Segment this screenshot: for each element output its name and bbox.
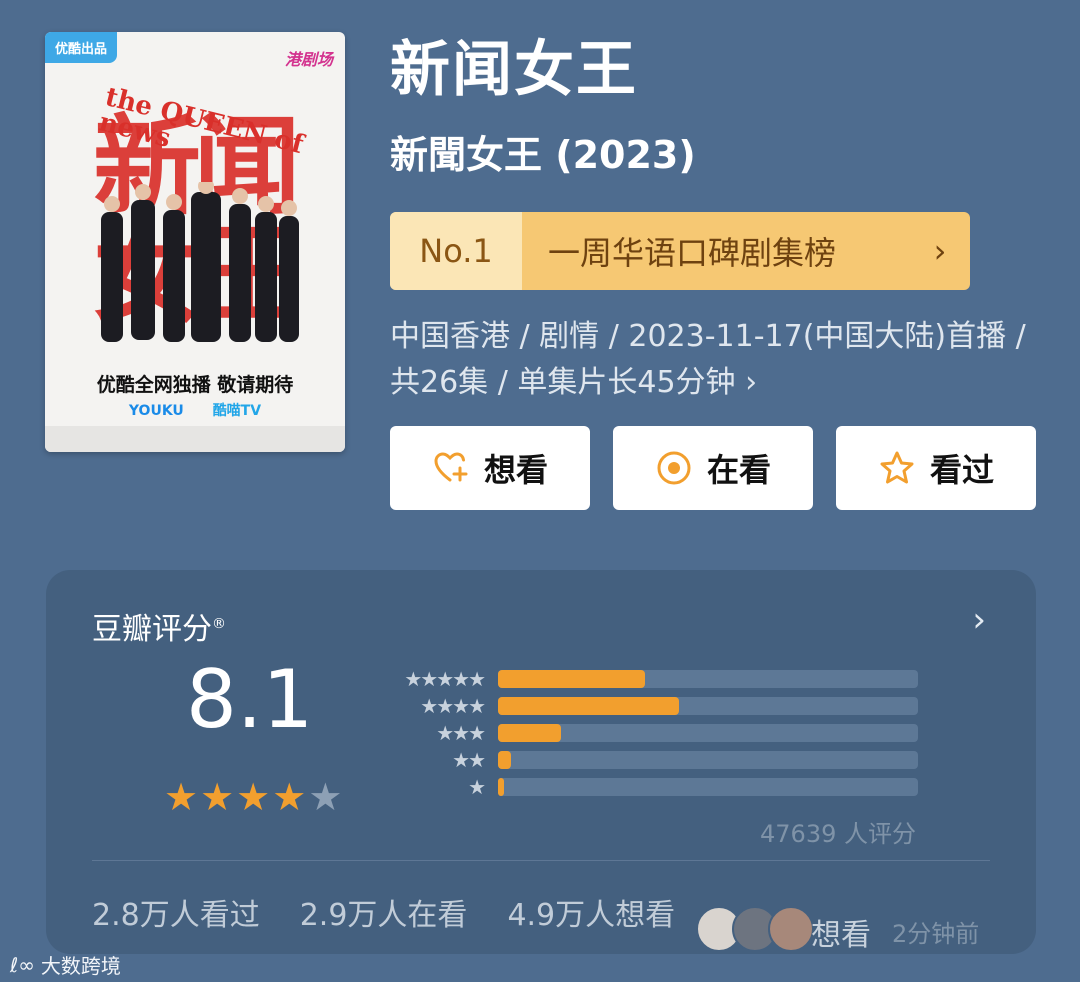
want-to-watch-button[interactable]: 想看 — [390, 426, 590, 510]
watching-label: 在看 — [706, 451, 771, 489]
star-filled-icon: ★ — [236, 775, 271, 819]
watermark-logo-icon: ℓ∞ — [10, 952, 35, 977]
rating-header: 豆瓣评分® — [92, 612, 226, 647]
chevron-right-icon: › — [933, 232, 947, 270]
recent-user-avatars[interactable] — [696, 906, 814, 952]
rating-bar-fill — [498, 670, 645, 688]
rating-bar-track — [498, 724, 918, 742]
rating-bar-fill — [498, 697, 679, 715]
rating-bar-track — [498, 778, 918, 796]
rating-count: 47639 人评分 — [760, 820, 916, 848]
rating-stars: ★ ★ ★ ★ ★ — [164, 778, 342, 816]
rating-bar-stars: ★★ — [452, 748, 486, 772]
watched-button[interactable]: 看过 — [836, 426, 1036, 510]
rating-bar-track — [498, 751, 918, 769]
rating-bar-stars: ★★★★★ — [404, 667, 486, 691]
kumiao-logo: 酷喵TV — [212, 403, 262, 419]
stat-watching[interactable]: 2.9万人在看 — [300, 890, 468, 934]
rating-bar-stars: ★★★ — [436, 721, 486, 745]
watermark: ℓ∞ 大数跨境 — [10, 950, 121, 979]
stat-watched[interactable]: 2.8万人看过 — [92, 890, 260, 934]
watermark-text: 大数跨境 — [40, 954, 121, 978]
poster-slogan: 优酷全网独播 敬请期待 — [96, 374, 294, 396]
rating-bar-row: ★ — [376, 775, 918, 799]
page-title: 新闻女王 — [390, 35, 638, 105]
poster-brand: 港剧场 — [284, 50, 333, 69]
poster-footer-strip — [45, 426, 345, 452]
divider — [92, 860, 990, 861]
watch-stats: 2.8万人看过 2.9万人在看 4.9万人想看 — [92, 890, 675, 934]
star-empty-icon: ★ — [308, 775, 343, 819]
chevron-right-icon[interactable]: › — [972, 600, 986, 640]
rating-bar-row: ★★★★★ — [376, 667, 918, 691]
rating-bar-fill — [498, 778, 504, 796]
douban-rating-card[interactable]: 豆瓣评分® › 8.1 ★ ★ ★ ★ ★ ★★★★★ ★★★★ ★★★ ★★ ★ 47639 … — [46, 570, 1036, 954]
star-filled-icon: ★ — [200, 775, 235, 819]
watching-button[interactable]: 在看 — [613, 426, 813, 510]
target-circle-icon — [655, 449, 693, 487]
star-outline-icon — [878, 449, 916, 487]
rating-bar-fill — [498, 724, 561, 742]
poster-tag: 优酷出品 — [45, 32, 118, 63]
rating-bar-row: ★★★★ — [376, 694, 918, 718]
page-subtitle: 新聞女王 (2023) — [390, 133, 696, 177]
want-label: 想看 — [483, 451, 548, 489]
show-meta-info[interactable]: 中国香港 / 剧情 / 2023-11-17(中国大陆)首播 / 共26集 / … — [390, 314, 1040, 406]
watched-label: 看过 — [929, 451, 994, 489]
poster-cast-figures — [101, 182, 299, 342]
rating-bar-track — [498, 697, 918, 715]
rating-bar-track — [498, 670, 918, 688]
rank-label: 一周华语口碑剧集榜 — [548, 234, 837, 272]
poster-image[interactable]: 优酷出品 港剧场 the QUEEN of news 新闻女王 优酷全网独播 敬… — [45, 32, 345, 452]
rating-bar-stars: ★ — [468, 775, 486, 799]
recent-action: 想看 — [811, 918, 871, 953]
recent-time: 2分钟前 — [892, 920, 980, 948]
star-filled-icon: ★ — [164, 775, 199, 819]
rating-bar-fill — [498, 751, 511, 769]
rating-bar-stars: ★★★★ — [420, 694, 486, 718]
rating-bar-row: ★★★ — [376, 721, 918, 745]
poster-platforms: YOUKU 酷喵TV — [45, 400, 345, 420]
rating-bar-row: ★★ — [376, 748, 918, 772]
rank-number: No.1 — [390, 212, 522, 290]
rating-score: 8.1 — [186, 653, 314, 746]
youku-logo: YOUKU — [128, 403, 184, 419]
avatar — [768, 906, 814, 952]
stat-want[interactable]: 4.9万人想看 — [507, 890, 675, 934]
star-filled-icon: ★ — [272, 775, 307, 819]
ranking-banner[interactable]: No.1 一周华语口碑剧集榜 › — [390, 212, 970, 290]
heart-plus-icon — [432, 449, 470, 487]
